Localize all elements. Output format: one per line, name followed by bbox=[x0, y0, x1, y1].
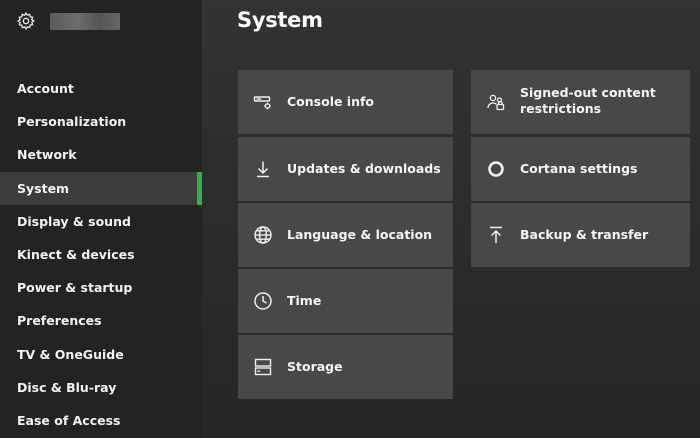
upload-icon bbox=[486, 225, 506, 245]
people-lock-icon bbox=[486, 92, 506, 112]
globe-icon bbox=[253, 225, 273, 245]
tile-updates-downloads[interactable]: Updates & downloads bbox=[238, 137, 453, 201]
tile-label: Storage bbox=[287, 359, 343, 374]
tile-label: Backup & transfer bbox=[520, 227, 649, 242]
clock-icon bbox=[253, 291, 273, 311]
tile-label: Signed-out content restrictions bbox=[520, 85, 656, 116]
sidebar-header bbox=[16, 10, 120, 32]
sidebar-item-system[interactable]: System bbox=[0, 171, 202, 205]
sidebar-item-power-startup[interactable]: Power & startup bbox=[0, 271, 202, 304]
tile-label: Language & location bbox=[287, 227, 433, 242]
tile-backup-transfer[interactable]: Backup & transfer bbox=[471, 203, 690, 267]
page-title: System bbox=[237, 8, 323, 32]
tile-console-info[interactable]: Console info bbox=[238, 70, 453, 134]
tile-time[interactable]: Time bbox=[238, 269, 453, 333]
sidebar: Account Personalization Network System D… bbox=[0, 0, 202, 438]
tile-label: Time bbox=[287, 293, 322, 308]
tile-storage[interactable]: Storage bbox=[238, 335, 453, 399]
sidebar-item-disc-bluray[interactable]: Disc & Blu-ray bbox=[0, 371, 202, 404]
tile-cortana-settings[interactable]: Cortana settings bbox=[471, 137, 690, 201]
console-icon bbox=[253, 92, 273, 112]
sidebar-item-ease-of-access[interactable]: Ease of Access bbox=[0, 404, 202, 437]
sidebar-item-tv-oneguide[interactable]: TV & OneGuide bbox=[0, 338, 202, 371]
tile-language-location[interactable]: Language & location bbox=[238, 203, 453, 267]
profile-gamertag-redacted bbox=[50, 12, 120, 30]
cortana-icon bbox=[486, 159, 506, 179]
tile-label: Cortana settings bbox=[520, 161, 638, 176]
sidebar-item-kinect-devices[interactable]: Kinect & devices bbox=[0, 238, 202, 271]
storage-icon bbox=[253, 357, 273, 377]
download-icon bbox=[253, 159, 273, 179]
sidebar-nav: Account Personalization Network System D… bbox=[0, 72, 202, 437]
sidebar-item-personalization[interactable]: Personalization bbox=[0, 105, 202, 138]
tile-label: Updates & downloads bbox=[287, 161, 441, 176]
sidebar-item-display-sound[interactable]: Display & sound bbox=[0, 205, 202, 238]
settings-screen: Account Personalization Network System D… bbox=[0, 0, 700, 438]
tile-signed-out-content-restrictions[interactable]: Signed-out content restrictions bbox=[471, 70, 690, 134]
sidebar-item-network[interactable]: Network bbox=[0, 138, 202, 171]
sidebar-item-preferences[interactable]: Preferences bbox=[0, 304, 202, 337]
sidebar-item-account[interactable]: Account bbox=[0, 72, 202, 105]
tile-label: Console info bbox=[287, 94, 375, 109]
gear-icon bbox=[16, 11, 36, 31]
